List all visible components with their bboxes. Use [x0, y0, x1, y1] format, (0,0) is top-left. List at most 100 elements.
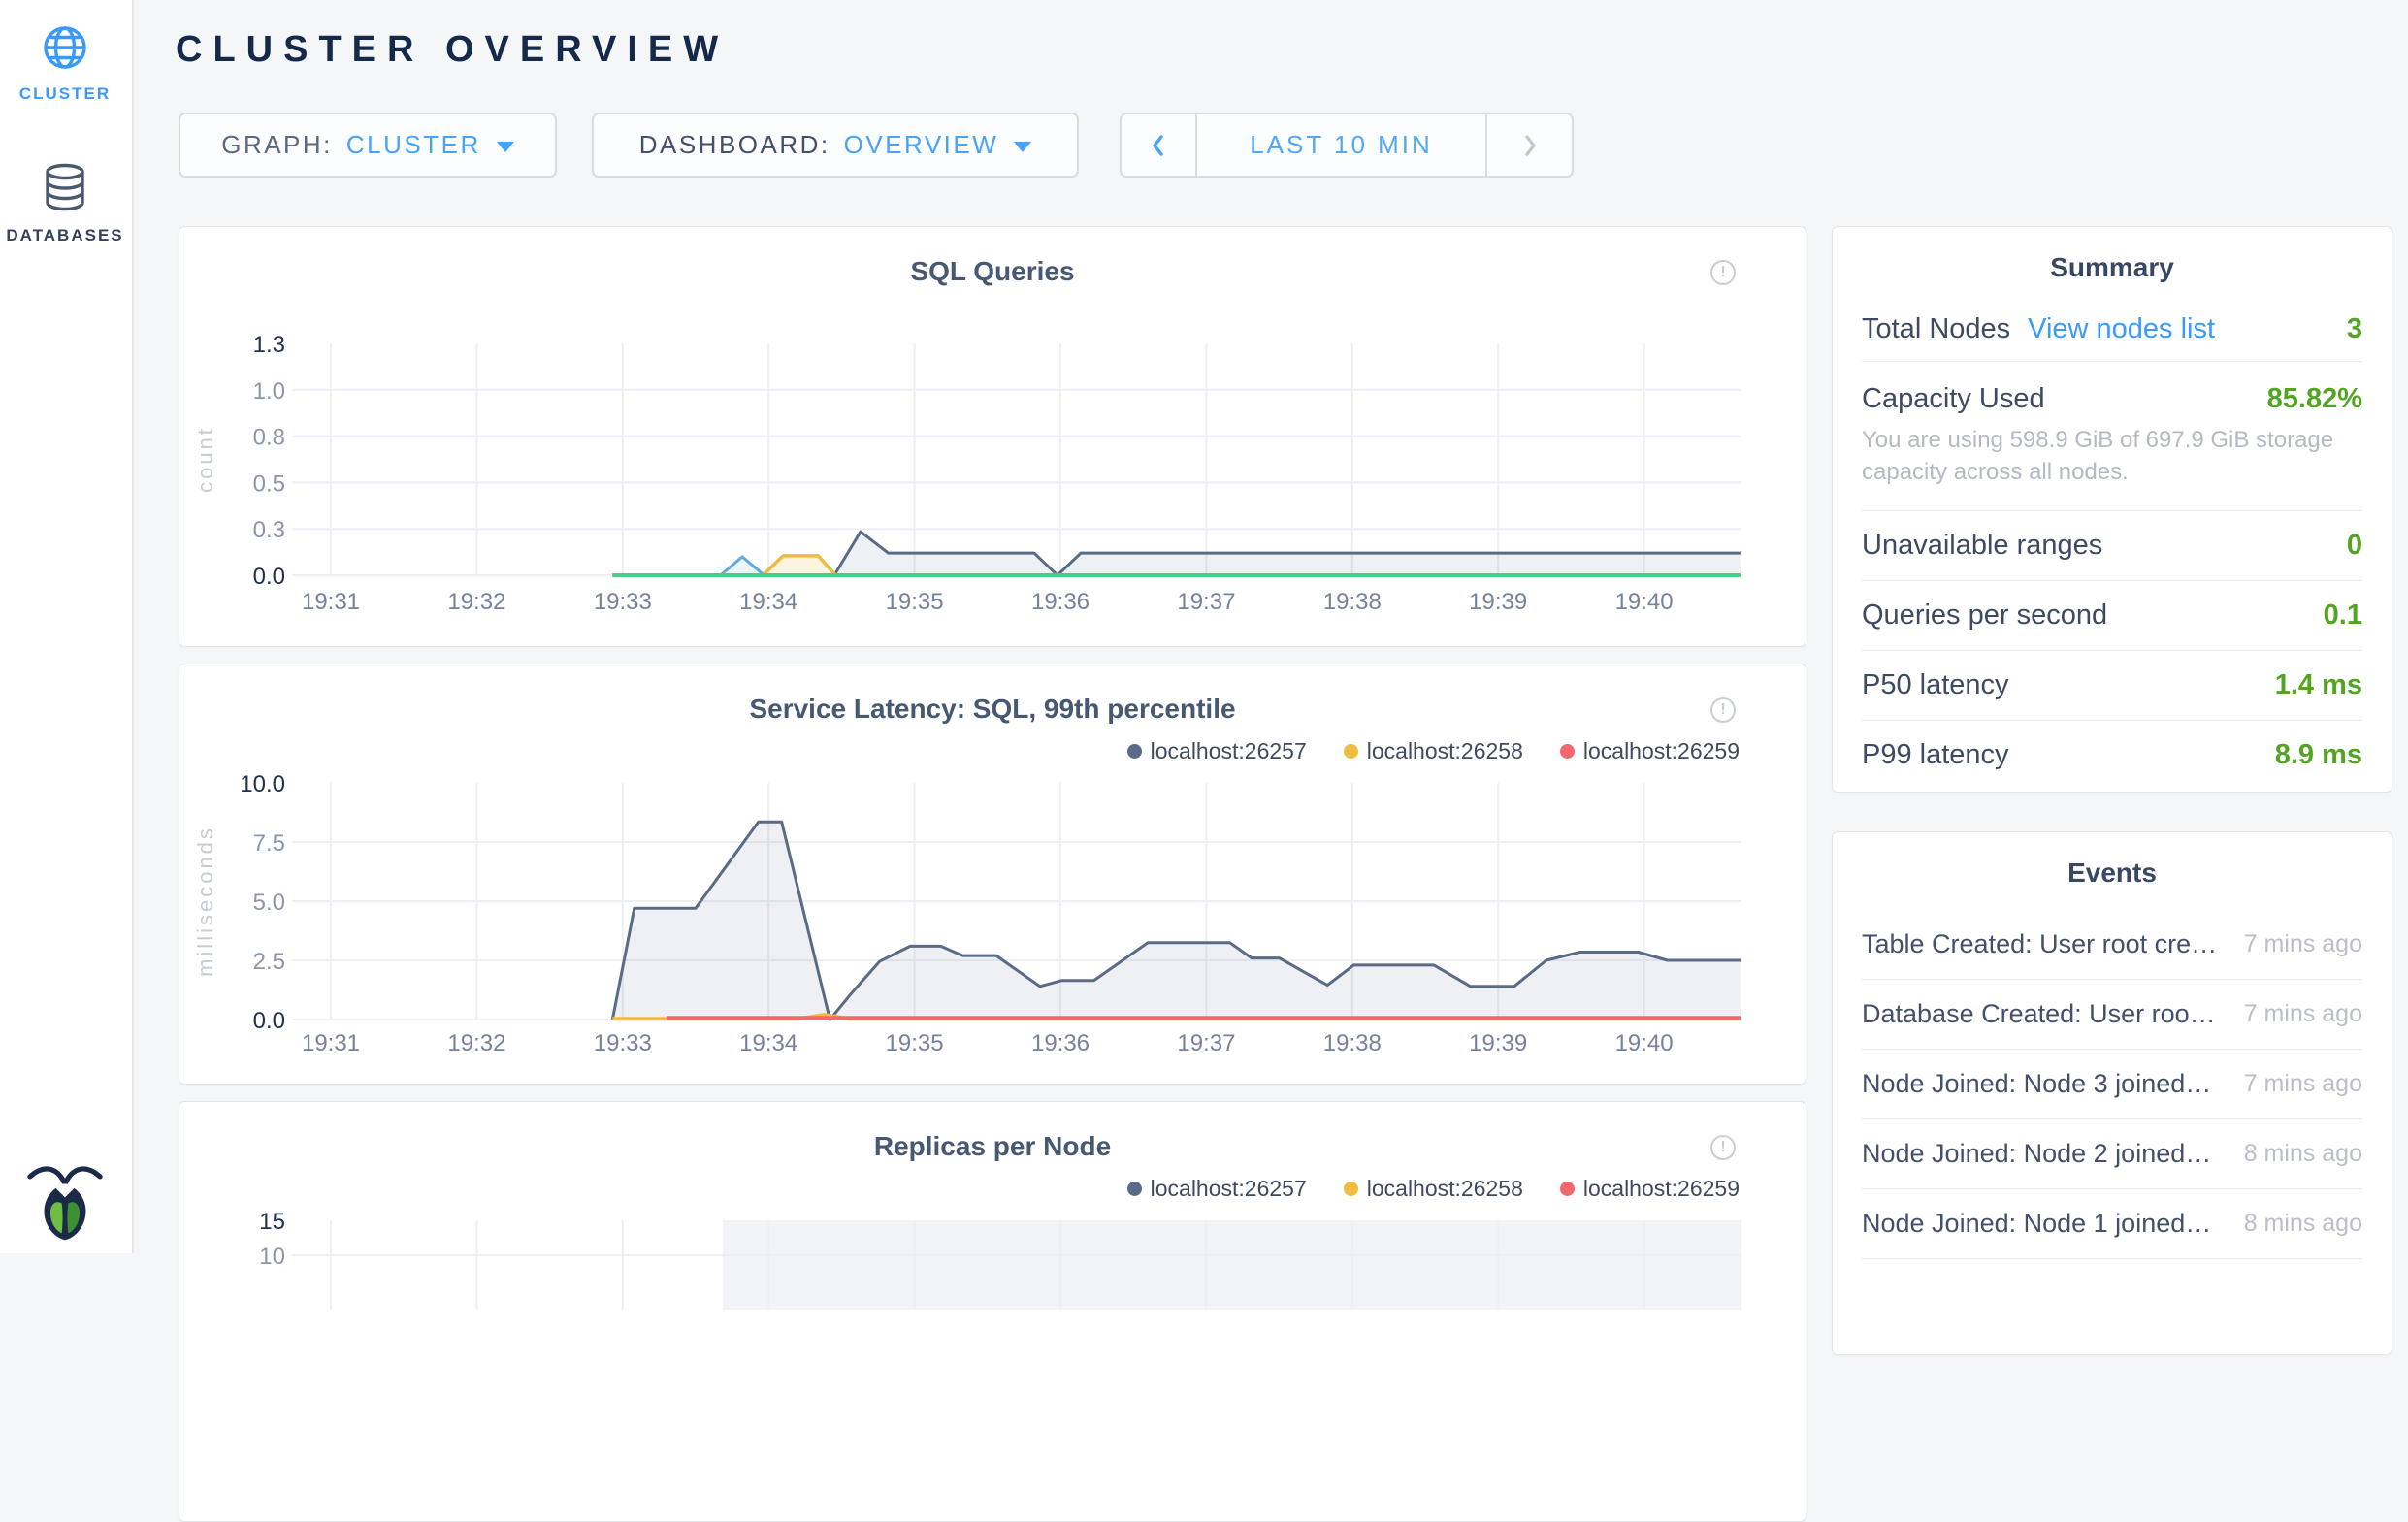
- service-latency-card: Service Latency: SQL, 99th percentile ! …: [179, 664, 1806, 1085]
- summary-label: P99 latency: [1862, 739, 2009, 771]
- svg-text:milliseconds: milliseconds: [193, 826, 217, 977]
- summary-row-qps: Queries per second 0.1: [1862, 581, 2362, 651]
- dashboard-dropdown-label: DASHBOARD:: [639, 130, 830, 160]
- replicas-per-node-chart[interactable]: 19:3119:3219:3319:3419:3519:3619:3719:38…: [179, 1102, 1806, 1522]
- svg-text:19:37: 19:37: [1177, 1030, 1235, 1056]
- event-row: Node Joined: Node 3 joined… 7 mins ago: [1862, 1050, 2362, 1119]
- svg-text:19:34: 19:34: [739, 589, 797, 615]
- event-text: Node Joined: Node 2 joined…: [1862, 1139, 2211, 1169]
- summary-title: Summary: [1833, 252, 2392, 283]
- event-time: 7 mins ago: [2244, 930, 2362, 958]
- svg-text:19:35: 19:35: [886, 589, 944, 615]
- summary-row-capacity: Capacity Used 85.82% You are using 598.9…: [1862, 379, 2362, 511]
- svg-text:19:32: 19:32: [447, 1030, 505, 1056]
- summary-label: Queries per second: [1862, 599, 2107, 631]
- chevron-left-icon: [1150, 132, 1167, 159]
- svg-text:19:36: 19:36: [1031, 1030, 1090, 1056]
- svg-text:19:39: 19:39: [1469, 589, 1527, 615]
- globe-icon: [43, 25, 87, 70]
- summary-label: Total Nodes: [1862, 313, 2010, 344]
- chevron-down-icon: [497, 142, 514, 152]
- svg-text:19:34: 19:34: [739, 1030, 797, 1056]
- svg-text:1.0: 1.0: [253, 378, 285, 405]
- event-row: Node Joined: Node 2 joined… 8 mins ago: [1862, 1119, 2362, 1189]
- cockroach-logo[interactable]: [23, 1156, 107, 1244]
- sidebar-item-cluster[interactable]: CLUSTER: [0, 25, 130, 104]
- event-text: Node Joined: Node 1 joined…: [1862, 1209, 2211, 1239]
- time-range-prev-button[interactable]: [1122, 114, 1197, 176]
- graph-dropdown-value: CLUSTER: [346, 130, 481, 160]
- chevron-right-icon: [1521, 132, 1539, 159]
- svg-text:1.3: 1.3: [253, 332, 285, 358]
- service-latency-chart[interactable]: 19:31 19:32 19:33 19:34 19:35 19:36 19:37 19:38…: [179, 664, 1806, 1085]
- capacity-subtext: You are using 598.9 GiB of 697.9 GiB sto…: [1862, 424, 2366, 488]
- graph-dropdown[interactable]: GRAPH: CLUSTER: [179, 113, 557, 178]
- time-range-selector: LAST 10 MIN: [1120, 113, 1574, 178]
- svg-text:19:40: 19:40: [1615, 1030, 1674, 1056]
- database-icon: [43, 163, 87, 211]
- summary-value: 0: [2347, 530, 2362, 562]
- sidebar: CLUSTER DATABASES: [0, 0, 134, 1253]
- summary-value: 85.82%: [2267, 383, 2362, 415]
- sidebar-item-databases[interactable]: DATABASES: [0, 163, 130, 245]
- svg-text:0.5: 0.5: [253, 470, 285, 497]
- svg-text:0.3: 0.3: [253, 517, 285, 543]
- svg-text:19:40: 19:40: [1615, 589, 1674, 615]
- event-time: 8 mins ago: [2244, 1140, 2362, 1168]
- svg-text:19:38: 19:38: [1323, 589, 1382, 615]
- event-text: Node Joined: Node 3 joined…: [1862, 1069, 2211, 1099]
- svg-text:19:39: 19:39: [1469, 1030, 1527, 1056]
- summary-panel: Summary Total Nodes View nodes list 3 Cap…: [1832, 226, 2392, 793]
- svg-text:19:32: 19:32: [447, 589, 505, 615]
- event-time: 7 mins ago: [2244, 1070, 2362, 1098]
- summary-value: 3: [2347, 313, 2362, 345]
- svg-text:15: 15: [259, 1209, 285, 1235]
- event-row: Database Created: User roo… 7 mins ago: [1862, 980, 2362, 1050]
- page-title: CLUSTER OVERVIEW: [176, 29, 729, 71]
- dashboard-dropdown[interactable]: DASHBOARD: OVERVIEW: [592, 113, 1079, 178]
- svg-text:0.0: 0.0: [253, 564, 285, 590]
- svg-text:10: 10: [259, 1244, 285, 1270]
- sidebar-item-label: CLUSTER: [0, 84, 130, 104]
- svg-text:19:37: 19:37: [1177, 589, 1235, 615]
- svg-text:19:33: 19:33: [594, 589, 652, 615]
- event-row: Node Joined: Node 1 joined… 8 mins ago: [1862, 1189, 2362, 1259]
- dashboard-dropdown-value: OVERVIEW: [844, 130, 999, 160]
- summary-label: Capacity Used: [1862, 383, 2045, 415]
- time-range-value[interactable]: LAST 10 MIN: [1197, 114, 1485, 176]
- event-time: 8 mins ago: [2244, 1210, 2362, 1238]
- svg-text:19:31: 19:31: [302, 1030, 360, 1056]
- summary-row-unavailable-ranges: Unavailable ranges 0: [1862, 511, 2362, 581]
- replicas-per-node-card: Replicas per Node ! localhost:26257 loca…: [179, 1101, 1806, 1522]
- svg-text:2.5: 2.5: [253, 949, 285, 975]
- event-text: Table Created: User root cre…: [1862, 929, 2217, 959]
- chevron-down-icon: [1014, 142, 1031, 152]
- summary-value: 1.4 ms: [2275, 669, 2362, 701]
- graph-dropdown-label: GRAPH:: [221, 130, 333, 160]
- events-panel: Events Table Created: User root cre… 7 m…: [1832, 831, 2392, 1355]
- time-range-next-button[interactable]: [1485, 114, 1572, 176]
- view-nodes-list-link[interactable]: View nodes list: [2028, 313, 2215, 344]
- summary-label: Unavailable ranges: [1862, 530, 2102, 562]
- sidebar-item-label: DATABASES: [0, 226, 130, 245]
- svg-text:10.0: 10.0: [240, 771, 285, 797]
- summary-value: 8.9 ms: [2275, 739, 2362, 771]
- svg-text:5.0: 5.0: [253, 890, 285, 916]
- svg-text:0.8: 0.8: [253, 425, 285, 451]
- svg-text:19:35: 19:35: [886, 1030, 944, 1056]
- event-row: Table Created: User root cre… 7 mins ago: [1862, 910, 2362, 980]
- events-title: Events: [1833, 858, 2392, 889]
- summary-row-p99: P99 latency 8.9 ms: [1862, 721, 2362, 790]
- summary-label: P50 latency: [1862, 669, 2009, 701]
- sql-queries-chart[interactable]: 19:31 19:32 19:33 19:34 19:35 19:36 19:37 19:38…: [179, 227, 1806, 647]
- svg-text:19:36: 19:36: [1031, 589, 1090, 615]
- svg-text:19:31: 19:31: [302, 589, 360, 615]
- svg-text:19:33: 19:33: [594, 1030, 652, 1056]
- sql-queries-card: SQL Queries ! 19:3119:3219:3319:3419:351…: [179, 226, 1806, 647]
- svg-text:0.0: 0.0: [253, 1008, 285, 1034]
- event-time: 7 mins ago: [2244, 1000, 2362, 1028]
- event-text: Database Created: User roo…: [1862, 999, 2216, 1029]
- svg-text:7.5: 7.5: [253, 830, 285, 857]
- svg-text:19:38: 19:38: [1323, 1030, 1382, 1056]
- svg-text:count: count: [193, 426, 217, 493]
